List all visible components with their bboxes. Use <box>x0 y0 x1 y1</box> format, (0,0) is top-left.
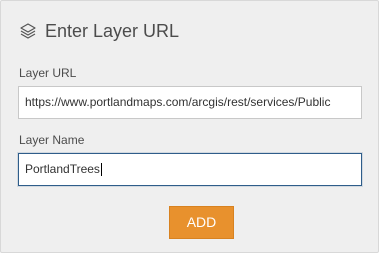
layer-url-label: Layer URL <box>19 66 77 80</box>
panel-title: Enter Layer URL <box>45 20 180 41</box>
layer-url-value: https://www.portlandmaps.com/arcgis/rest… <box>25 95 331 109</box>
layers-icon <box>19 22 37 40</box>
add-layer-panel: Enter Layer URL Layer URL https://www.po… <box>0 0 379 253</box>
panel-header: Enter Layer URL <box>19 19 179 43</box>
layer-name-input[interactable]: PortlandTrees <box>18 153 362 186</box>
text-cursor <box>100 163 102 177</box>
layer-url-input[interactable]: https://www.portlandmaps.com/arcgis/rest… <box>18 86 362 119</box>
add-button[interactable]: ADD <box>169 206 234 239</box>
layer-name-label: Layer Name <box>19 133 85 147</box>
layer-name-value: PortlandTrees <box>25 162 100 176</box>
